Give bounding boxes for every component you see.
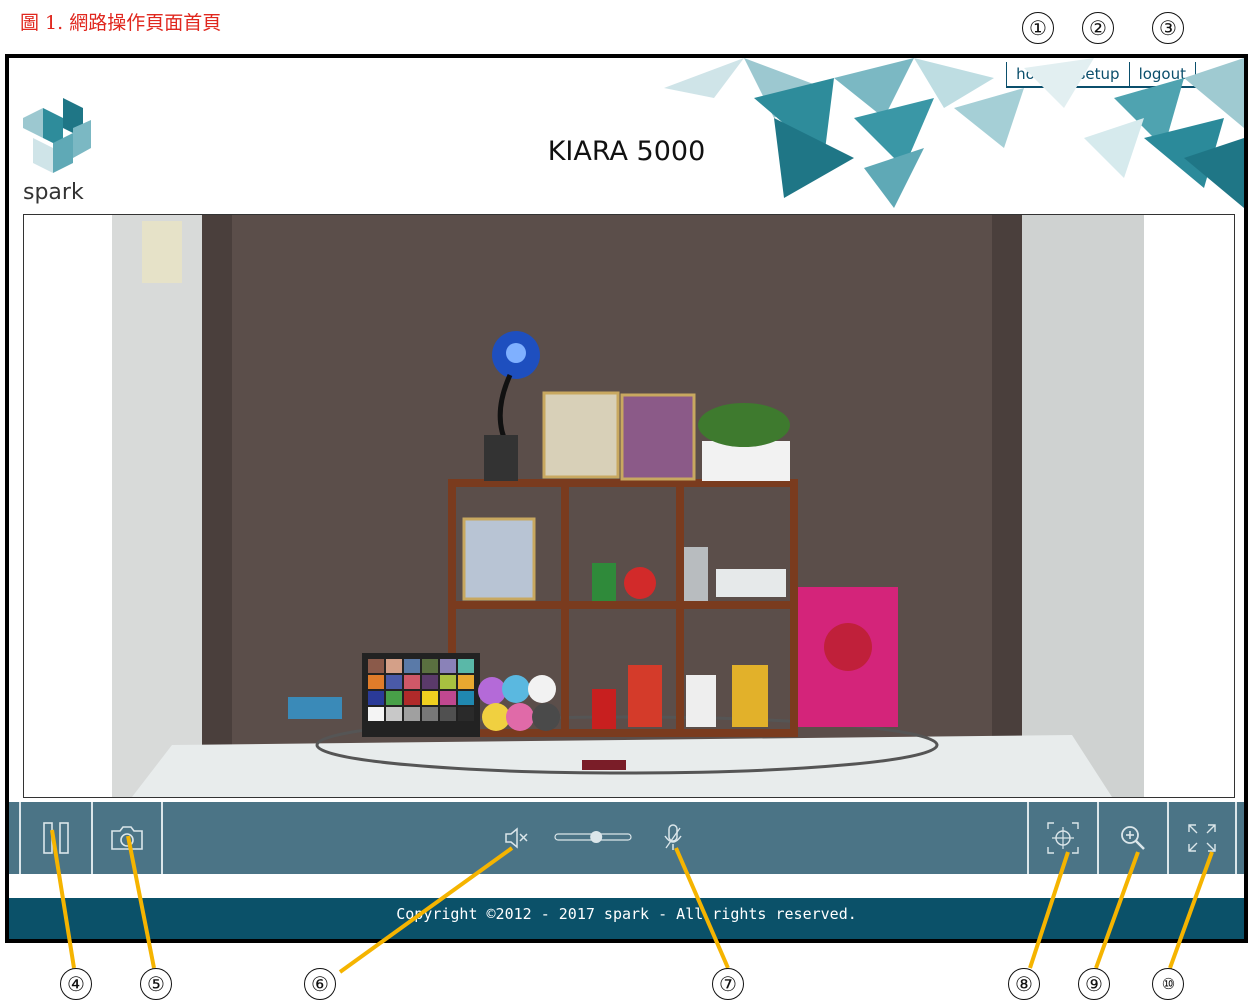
callout-1: ① — [1022, 12, 1054, 44]
logo-text: spark — [23, 180, 84, 205]
fullscreen-button[interactable] — [1167, 802, 1237, 874]
callout-6: ⑥ — [304, 968, 336, 1000]
fullscreen-icon — [1188, 824, 1216, 852]
volume-slider[interactable] — [553, 826, 633, 848]
mute-button[interactable] — [503, 824, 531, 852]
ptz-button[interactable] — [1027, 802, 1097, 874]
zoom-button[interactable] — [1097, 802, 1167, 874]
camera-scene-image — [112, 215, 1144, 797]
zoom-in-icon — [1121, 826, 1145, 850]
callout-7: ⑦ — [712, 968, 744, 1000]
speaker-mute-icon — [505, 827, 528, 849]
crosshair-icon — [1047, 822, 1079, 854]
header-decoration — [664, 58, 1244, 208]
camera-icon — [111, 826, 143, 850]
page-title: KIARA 5000 — [547, 136, 706, 167]
microphone-button[interactable] — [661, 822, 685, 854]
figure-caption: 圖 1. 網路操作頁面首頁 — [20, 12, 222, 34]
callout-8: ⑧ — [1008, 968, 1040, 1000]
callout-2: ② — [1082, 12, 1114, 44]
callout-5: ⑤ — [140, 968, 172, 1000]
callout-9: ⑨ — [1078, 968, 1110, 1000]
copyright-text: Copyright ©2012 - 2017 spark - All right… — [396, 905, 857, 923]
pause-button[interactable] — [19, 802, 91, 874]
snapshot-button[interactable] — [91, 802, 163, 874]
footer-gap — [9, 874, 1244, 898]
pause-icon — [43, 822, 69, 854]
microphone-icon — [664, 824, 682, 850]
callout-3: ③ — [1152, 12, 1184, 44]
callout-4: ④ — [60, 968, 92, 1000]
callout-10: ⑩ — [1152, 968, 1184, 1000]
control-bar — [9, 802, 1244, 874]
volume-slider-track — [554, 831, 632, 843]
footer: Copyright ©2012 - 2017 spark - All right… — [9, 898, 1244, 939]
page-header: spark KIARA 5000 — [9, 58, 1244, 214]
web-interface-screenshot: home setup logout — [5, 54, 1248, 943]
live-video-view[interactable] — [23, 214, 1235, 798]
